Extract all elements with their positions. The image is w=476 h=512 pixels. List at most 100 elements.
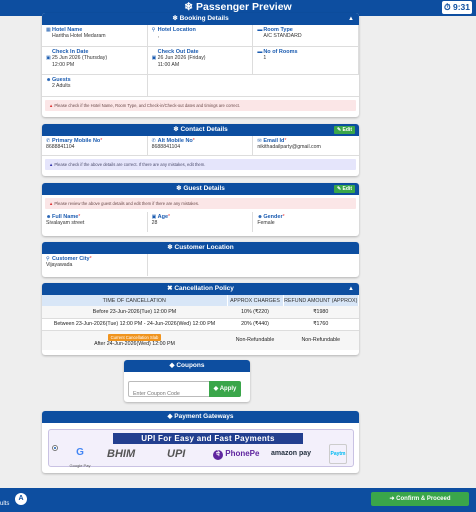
hotel-location-cell: ⚲ Hotel Location , [147, 25, 254, 47]
column-header: REFUND AMOUNT (APPROX) [283, 295, 359, 306]
customer-city-value: Vijayawada [46, 262, 73, 269]
cancellation-policy-header[interactable]: ✖ Cancellation Policy ▲ [42, 283, 359, 295]
warning-icon: ▲ [49, 103, 54, 108]
table-header-row: TIME OF CANCELLATION APPROX CHARGES REFU… [42, 295, 359, 306]
age-label: Age [157, 214, 169, 220]
warning-icon: ▲ [49, 201, 54, 206]
edit-icon: ✎ [336, 127, 342, 133]
guest-details-title: ❄ Guest Details [176, 185, 225, 192]
collapse-icon[interactable]: ▲ [348, 283, 354, 295]
booking-details-header[interactable]: ❄ Booking Details ▲ [42, 13, 359, 25]
guests-cell: ☻Guests 2 Adults [42, 75, 148, 97]
checkin-label: Check In Date [52, 49, 89, 55]
clock-icon: ⏱ [443, 2, 451, 12]
cancellation-refund: Non-Refundable [301, 337, 341, 344]
cancellation-charge: 20% (₹440) [227, 318, 283, 331]
checkout-cell: Check Out Date ▣26 Jun 2026 (Friday) 11:… [147, 47, 254, 75]
booking-note-text: Please check if the Hotel Name, Room Typ… [54, 103, 240, 108]
guest-note-text: Please review the above guest details an… [54, 201, 200, 206]
info-icon: ▲ [49, 162, 54, 167]
checkout-label: Check Out Date [157, 49, 199, 55]
gender-label: Gender [263, 214, 283, 220]
primary-mobile-value: 8688841104 [46, 144, 75, 151]
hotel-name-value: Haritha Hotel Medaram [52, 33, 106, 40]
checkin-date: 25 Jun 2026 (Thursday) [52, 55, 108, 62]
arrow-right-icon: ➜ [389, 496, 395, 502]
contact-details-header: ❄ Contact Details ✎ Edit [42, 124, 359, 136]
customer-location-header: ❄ Customer Location [42, 242, 359, 254]
timer-value: 9:31 [453, 2, 471, 12]
side-label: ults [0, 501, 10, 507]
column-header: TIME OF CANCELLATION [42, 295, 228, 306]
phonepe-logo: पे PhonePe [213, 449, 259, 460]
guest-edit-button[interactable]: ✎ Edit [333, 185, 355, 193]
alt-mobile-label: Alt Mobile No [157, 138, 193, 144]
customer-city-cell: ⚲ Customer City* Vijayawada [42, 254, 148, 276]
cancellation-policy-title: ✖ Cancellation Policy [167, 285, 234, 292]
customer-location-title: ❄ Customer Location [167, 244, 234, 251]
booking-details-card: ❄ Booking Details ▲ ▦Hotel Name Haritha … [42, 13, 359, 117]
coupons-card: ◆ Coupons ◆ Apply [124, 360, 250, 402]
guest-note: ▲ Please review the above guest details … [45, 198, 356, 209]
cancellation-time: Between 23-Jun-2026(Tue) 12:00 PM - 24-J… [42, 318, 227, 331]
bhim-logo: BHIM [107, 448, 136, 460]
cancellation-charge: 10% (₹220) [227, 306, 283, 319]
room-type-cell: ▬Room Type A/C STANDARD [253, 25, 359, 47]
cancellation-time: After 24-Jun-2026(Wed) 12:00 PM [94, 340, 175, 347]
room-type-value: A/C STANDARD [263, 33, 302, 40]
edit-icon: ✎ [336, 186, 342, 192]
rooms-value: 1 [263, 55, 267, 62]
hotel-location-label: Hotel Location [157, 27, 196, 33]
room-type-label: Room Type [263, 27, 293, 33]
hotel-name-cell: ▦Hotel Name Haritha Hotel Medaram [42, 25, 148, 47]
collapse-icon[interactable]: ▲ [348, 13, 354, 25]
cancellation-time: Before 23-Jun-2026(Tue) 12:00 PM [42, 306, 227, 319]
checkin-time: 12:00 PM [52, 61, 75, 68]
amazon-pay-logo: amazon pay [271, 450, 312, 457]
guest-details-header: ❄ Guest Details ✎ Edit [42, 183, 359, 195]
checkout-time: 11:00 AM [157, 61, 180, 68]
table-row: Between 23-Jun-2026(Tue) 12:00 PM - 24-J… [42, 318, 359, 331]
guests-label: Guests [52, 77, 71, 83]
timer: ⏱ 9:31 [442, 1, 472, 14]
upi-radio[interactable] [52, 445, 58, 451]
contact-edit-button[interactable]: ✎ Edit [333, 126, 355, 134]
column-header: APPROX CHARGES [227, 295, 284, 306]
payment-gateways-title: ◆ Payment Gateways [167, 413, 234, 420]
apply-coupon-button[interactable]: ◆ Apply [209, 381, 241, 397]
contact-details-title: ❄ Contact Details [173, 126, 228, 133]
alt-mobile-cell: ✆ Alt Mobile No* 8688841104 [147, 136, 254, 156]
hotel-location-value: , [157, 33, 160, 40]
contact-note-text: Please check if the above details are co… [54, 162, 206, 167]
cancellation-refund: ₹1760 [283, 318, 359, 331]
alt-mobile-value: 8688841104 [151, 144, 181, 151]
cancellation-refund: ₹1980 [283, 306, 359, 319]
guest-details-card: ❄ Guest Details ✎ Edit ▲ Please review t… [42, 183, 359, 236]
gender-cell: ☻Gender* Female [257, 214, 285, 227]
upi-logo: UPI [167, 448, 186, 460]
google-pay-logo: G Google Pay [69, 447, 91, 469]
rooms-label: No of Rooms [263, 49, 298, 55]
gender-value: Female [257, 220, 275, 227]
confirm-proceed-button[interactable]: ➜ Confirm & Proceed [371, 492, 469, 506]
upi-payment-option[interactable]: UPI For Easy and Fast Payments G Google … [48, 429, 354, 468]
full-name-value: Sivalayam street [46, 220, 85, 227]
chat-bubble-icon[interactable]: A [15, 493, 27, 505]
coupon-code-input[interactable] [129, 387, 211, 401]
email-label: Email Id [263, 138, 285, 144]
table-row: Before 23-Jun-2026(Tue) 12:00 PM 10% (₹2… [42, 306, 359, 319]
guests-value: 2 Adults [52, 83, 71, 90]
cancellation-time-cell: Current Cancellation Slab After 24-Jun-2… [42, 330, 227, 350]
checkin-cell: Check In Date ▣25 Jun 2026 (Thursday) 12… [42, 47, 148, 75]
contact-details-card: ❄ Contact Details ✎ Edit ✆ Primary Mobile… [42, 124, 359, 176]
cancellation-policy-card: ✖ Cancellation Policy ▲ TIME OF CANCELLA… [42, 283, 359, 355]
full-name-label: Full Name [52, 214, 79, 220]
email-value: nikithadailparty@gmail.com [257, 144, 321, 151]
current-slab-badge: Current Cancellation Slab [107, 333, 162, 341]
booking-details-title: ❄ Booking Details [172, 15, 229, 22]
age-cell: ▣Age* 28 [148, 212, 254, 232]
rooms-cell: ▬No of Rooms 1 [253, 47, 359, 75]
coupon-input-group: ◆ Apply [128, 381, 241, 401]
checkout-date: 26 Jun 2026 (Friday) [157, 55, 206, 62]
primary-mobile-label: Primary Mobile No [52, 138, 101, 144]
